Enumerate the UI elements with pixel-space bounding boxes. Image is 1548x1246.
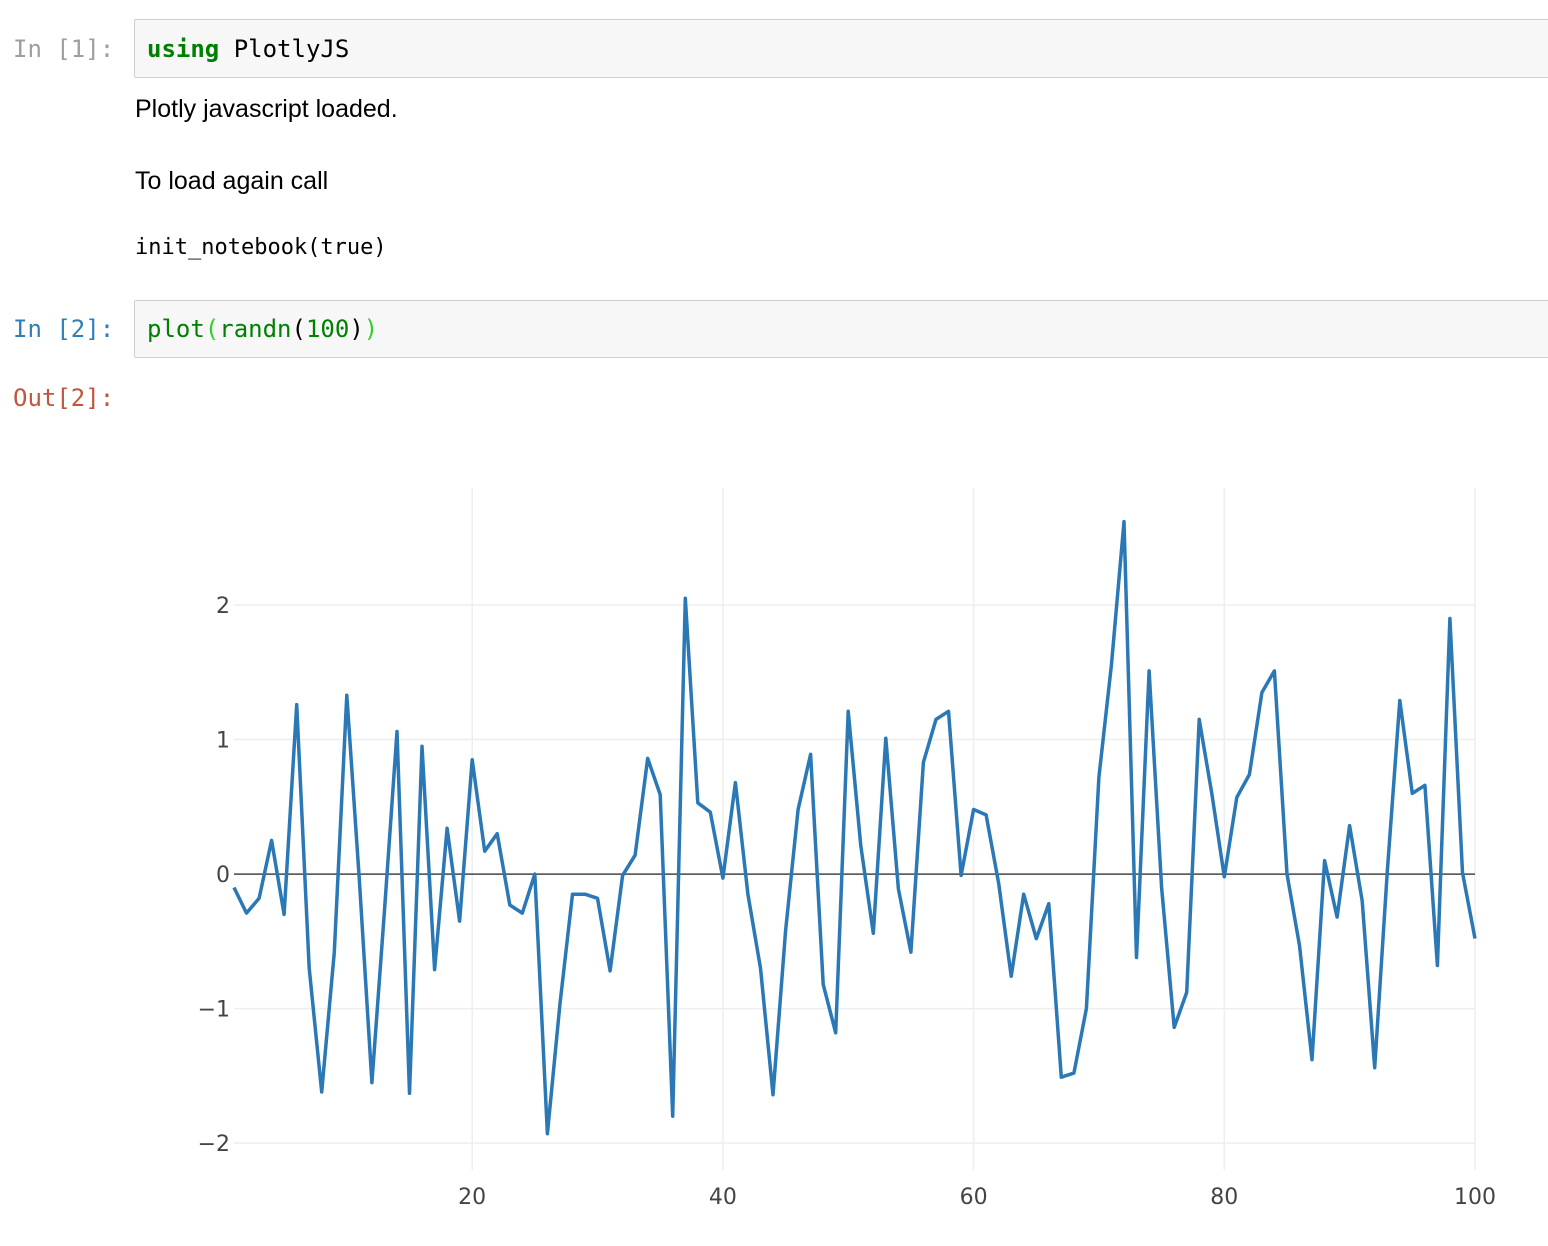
paren-inner-open: (	[291, 315, 306, 343]
y-tick-labels: −2 −1 0 1 2	[198, 594, 230, 1157]
x-tick-label: 20	[458, 1185, 486, 1210]
y-tick-label: −1	[198, 998, 230, 1023]
x-tick-labels: 20 40 60 80 100	[458, 1185, 1496, 1210]
cell-1-code: using PlotlyJS	[147, 34, 349, 64]
y-tick-label: 0	[216, 863, 230, 888]
fn-plot: plot	[147, 315, 205, 343]
cell-2-in-prompt: In [2]:	[13, 315, 115, 343]
x-tick-label: 100	[1454, 1185, 1496, 1210]
keyword-using: using	[147, 35, 220, 63]
line-chart[interactable]: 20 40 60 80 100 −2 −1 0 1 2	[0, 460, 1548, 1246]
y-tick-label: 1	[216, 729, 230, 754]
module-name: PlotlyJS	[219, 35, 350, 63]
arg-number: 100	[305, 315, 350, 343]
x-tick-label: 80	[1210, 1185, 1238, 1210]
x-gridlines	[471, 488, 1476, 1170]
y-tick-label: −2	[198, 1132, 230, 1157]
paren-open: (	[204, 315, 220, 343]
series-group	[232, 519, 1477, 1136]
paren-close: )	[363, 315, 379, 343]
x-tick-label: 60	[960, 1185, 988, 1210]
cell-2-input[interactable]: plot(randn(100))	[134, 300, 1548, 358]
cell-1-output-line-2: To load again call	[135, 167, 329, 195]
cell-2-code: plot(randn(100))	[147, 314, 378, 344]
x-tick-label: 40	[709, 1185, 737, 1210]
cell-1-output-line-1: Plotly javascript loaded.	[135, 95, 398, 123]
cell-1-in-prompt: In [1]:	[13, 35, 115, 63]
fn-randn: randn	[219, 315, 292, 343]
y-tick-label: 2	[216, 594, 230, 619]
cell-1-output-code: init_notebook(true)	[135, 235, 387, 260]
cell-1-input[interactable]: using PlotlyJS	[134, 19, 1548, 78]
paren-inner-close: )	[349, 315, 364, 343]
series-line[interactable]	[232, 519, 1477, 1136]
cell-2-out-prompt: Out[2]:	[13, 384, 115, 412]
